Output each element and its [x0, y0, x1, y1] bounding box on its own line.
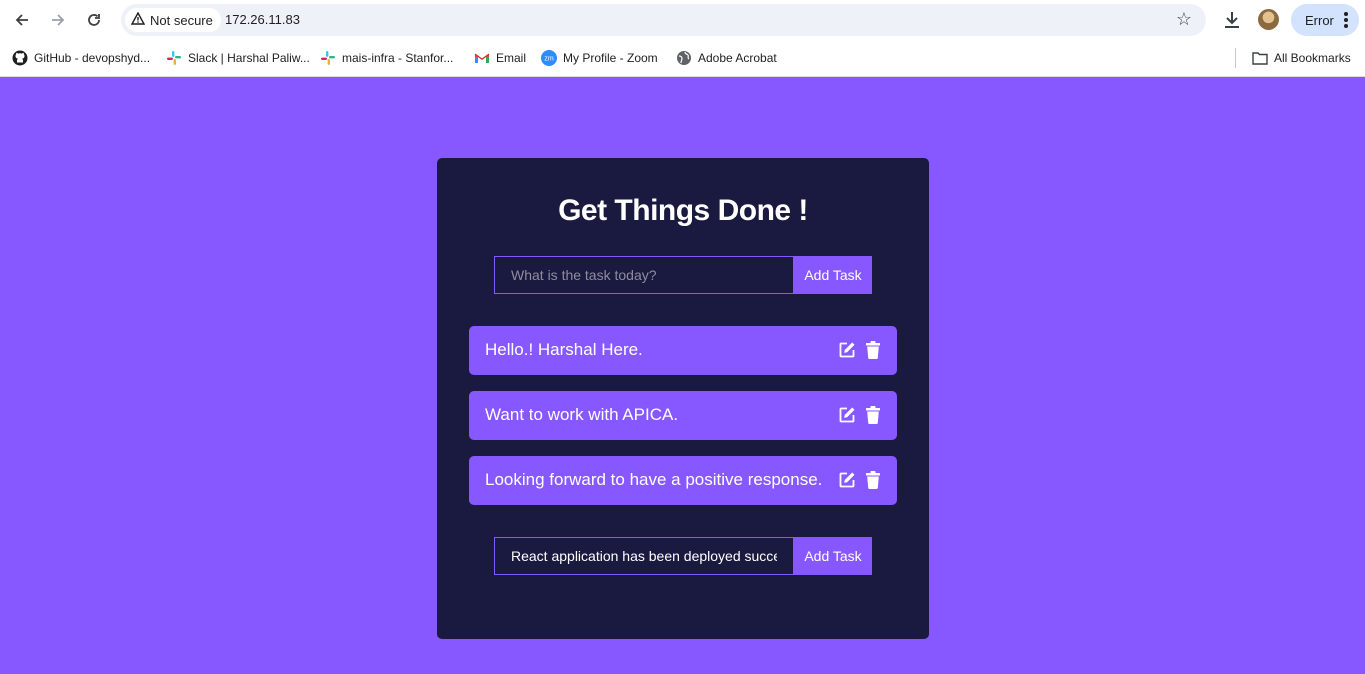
- bookmark-adobe-acrobat[interactable]: Adobe Acrobat: [676, 49, 777, 67]
- zoom-icon: zm: [541, 50, 557, 66]
- profile-error-button[interactable]: Error: [1291, 4, 1359, 36]
- browser-toolbar: Not secure 172.26.11.83 ☆ Error: [0, 0, 1365, 40]
- bookmark-label: My Profile - Zoom: [563, 51, 658, 65]
- profile-status-label: Error: [1305, 12, 1334, 28]
- new-task-input[interactable]: [494, 256, 794, 294]
- todo-wrapper: Get Things Done ! Add Task Hello.! Harsh…: [437, 158, 929, 639]
- download-icon[interactable]: [1220, 8, 1244, 32]
- profile-avatar[interactable]: [1258, 9, 1279, 30]
- all-bookmarks-folder[interactable]: All Bookmarks: [1252, 49, 1351, 67]
- bookmark-slack-harshal[interactable]: Slack | Harshal Paliw...: [166, 49, 310, 67]
- reload-icon[interactable]: [82, 8, 106, 32]
- warning-icon: [130, 11, 146, 28]
- bookmarks-divider: [1235, 48, 1236, 68]
- edit-task-input[interactable]: [494, 537, 794, 575]
- bookmark-zoom[interactable]: zm My Profile - Zoom: [541, 49, 658, 67]
- github-icon: [12, 50, 28, 66]
- all-bookmarks-label: All Bookmarks: [1274, 51, 1351, 65]
- bookmark-mais-infra[interactable]: mais-infra - Stanfor...: [320, 49, 453, 67]
- page-title: Get Things Done !: [558, 194, 808, 227]
- slack-icon: [166, 50, 182, 66]
- bookmark-github[interactable]: GitHub - devopshyd...: [12, 49, 150, 67]
- update-task-button[interactable]: Add Task: [794, 537, 872, 575]
- trash-icon[interactable]: [865, 341, 883, 359]
- bookmark-label: GitHub - devopshyd...: [34, 51, 151, 65]
- site-info-chip[interactable]: Not secure: [125, 8, 221, 32]
- bookmark-label: Email: [496, 51, 527, 65]
- gmail-icon: [474, 50, 490, 66]
- todo-text[interactable]: Want to work with APICA.: [485, 405, 678, 425]
- edit-icon[interactable]: [838, 406, 856, 424]
- globe-icon: [676, 50, 692, 66]
- kebab-menu-icon[interactable]: [1344, 12, 1348, 28]
- todo-text[interactable]: Hello.! Harshal Here.: [485, 340, 643, 360]
- address-bar[interactable]: Not secure 172.26.11.83 ☆: [121, 4, 1206, 36]
- url-text[interactable]: 172.26.11.83: [225, 12, 300, 27]
- bookmark-label: mais-infra - Stanfor...: [342, 51, 454, 65]
- todo-item: Want to work with APICA.: [469, 391, 897, 440]
- trash-icon[interactable]: [865, 471, 883, 489]
- folder-icon: [1252, 50, 1268, 66]
- slack-icon: [320, 50, 336, 66]
- new-task-form: Add Task: [494, 256, 872, 294]
- bookmarks-bar: GitHub - devopshyd... Slack | Harshal Pa…: [0, 40, 1365, 77]
- back-icon[interactable]: [10, 8, 34, 32]
- todo-text[interactable]: Looking forward to have a positive respo…: [485, 470, 822, 490]
- todo-item: Looking forward to have a positive respo…: [469, 456, 897, 505]
- bookmark-label: Adobe Acrobat: [698, 51, 777, 65]
- todo-item: Hello.! Harshal Here.: [469, 326, 897, 375]
- svg-text:zm: zm: [544, 56, 554, 63]
- add-task-button[interactable]: Add Task: [794, 256, 872, 294]
- security-label: Not secure: [150, 12, 213, 28]
- trash-icon[interactable]: [865, 406, 883, 424]
- bookmark-email[interactable]: Email: [474, 49, 526, 67]
- edit-icon[interactable]: [838, 471, 856, 489]
- forward-icon[interactable]: [46, 8, 70, 32]
- bookmark-label: Slack | Harshal Paliw...: [188, 51, 310, 65]
- edit-icon[interactable]: [838, 341, 856, 359]
- edit-task-form: Add Task: [494, 537, 872, 575]
- bookmark-star-icon[interactable]: ☆: [1176, 9, 1192, 30]
